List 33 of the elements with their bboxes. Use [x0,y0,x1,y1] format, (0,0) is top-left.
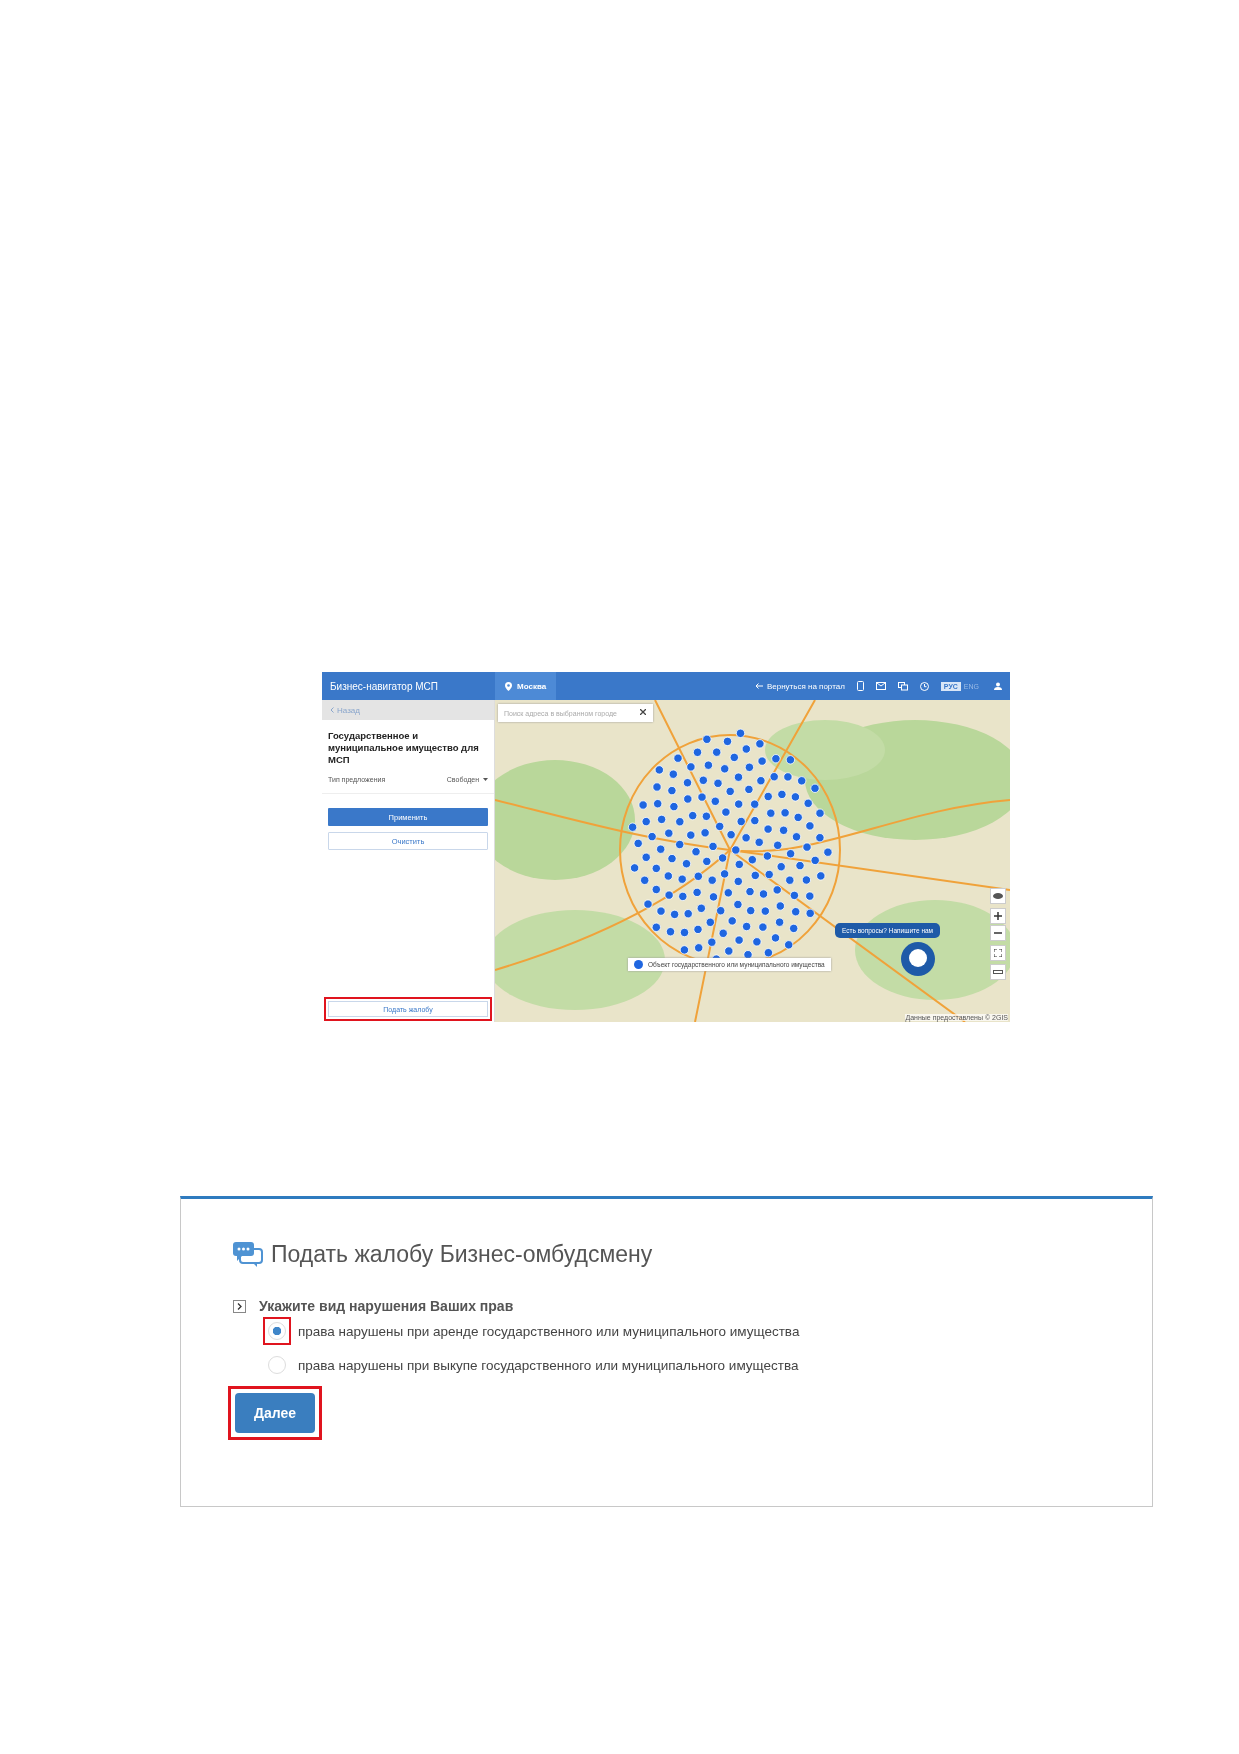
radio-button[interactable] [268,1322,286,1340]
chevron-icon[interactable] [233,1299,246,1313]
question-label: Укажите вид нарушения Ваших прав [259,1298,514,1314]
chat-bubble-icon[interactable] [901,942,935,976]
option-label[interactable]: права нарушены при аренде государственного или муниципального имущества [298,1323,800,1339]
layers-icon [993,893,1003,899]
pin-icon [505,681,512,691]
close-icon[interactable] [640,709,646,715]
zoom-out-button[interactable] [990,925,1006,941]
option-label[interactable]: права нарушены при выкупе государственного или муниципального имущества [298,1357,799,1373]
expand-icon [994,949,1002,957]
back-to-portal-link[interactable]: Вернуться на портал [766,681,845,691]
zoom-in-button[interactable] [990,908,1006,924]
next-button[interactable]: Далее [235,1393,315,1433]
plus-icon [994,912,1002,920]
city-selector[interactable]: Москва [495,672,557,700]
section-heading: Государственное и муниципальное имущество для МСП [327,729,480,767]
user-icon[interactable] [994,682,1002,690]
caret-down-icon [483,778,488,781]
form-title: Подать жалобу Бизнес-омбудсмену [271,1241,653,1268]
layers-button[interactable] [990,888,1006,904]
chat-icon[interactable] [897,681,908,691]
app-title: Бизнес-навигатор МСП [329,680,439,692]
phone-icon[interactable] [856,681,864,691]
radio-button[interactable] [268,1356,286,1374]
minus-icon [994,932,1002,934]
ruler-icon [993,970,1003,974]
clock-icon[interactable] [919,681,929,691]
map-pin-icon [634,960,643,969]
ruler-button[interactable] [990,964,1006,980]
chat-bubbles-icon [233,1241,263,1268]
mail-icon[interactable] [875,682,886,690]
left-arrow-icon[interactable] [754,683,763,689]
